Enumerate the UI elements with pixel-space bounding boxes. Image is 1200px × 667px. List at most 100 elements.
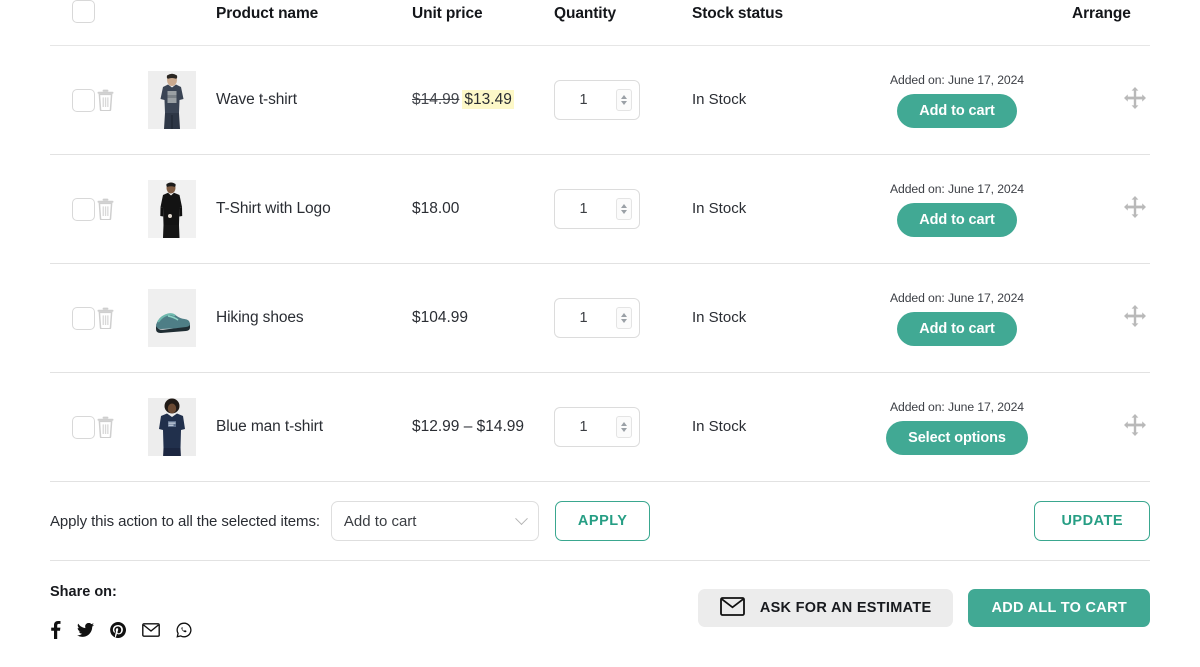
quantity-spinner[interactable] (616, 416, 632, 438)
move-handle-icon[interactable] (1124, 87, 1146, 114)
add-to-cart-button[interactable]: Select options (886, 421, 1028, 455)
row-thumbnail-cell (148, 46, 216, 155)
chevron-down-icon (515, 512, 528, 525)
product-name-link[interactable]: Hiking shoes (216, 309, 304, 326)
row-remove-cell (96, 264, 148, 373)
update-button[interactable]: UPDATE (1034, 501, 1150, 541)
product-name-link[interactable]: Blue man t-shirt (216, 418, 323, 435)
product-name-link[interactable]: Wave t-shirt (216, 91, 297, 108)
quantity-stepper[interactable]: 1 (554, 189, 640, 229)
stock-status-value: In Stock (692, 91, 746, 108)
quantity-value[interactable]: 1 (555, 201, 616, 217)
table-row: Hiking shoes $104.99 1 In Stock Added on… (50, 264, 1150, 373)
row-name-cell: Hiking shoes (216, 264, 412, 373)
bulk-action-select-value: Add to cart (344, 513, 417, 530)
trash-icon[interactable] (96, 416, 148, 438)
product-thumbnail[interactable] (148, 289, 216, 347)
twitter-icon[interactable] (77, 623, 94, 637)
row-stock-cell: In Stock (692, 46, 842, 155)
table-header: Product name Unit price Quantity Stock s… (50, 0, 1150, 46)
product-name-link[interactable]: T-Shirt with Logo (216, 200, 331, 217)
trash-icon[interactable] (96, 89, 148, 111)
row-select-cell (50, 46, 96, 155)
row-checkbox[interactable] (72, 416, 95, 439)
row-arrange-cell (1072, 46, 1150, 155)
thumbnail-header (148, 0, 216, 46)
pinterest-icon[interactable] (110, 622, 126, 638)
quantity-stepper[interactable]: 1 (554, 407, 640, 447)
product-thumbnail[interactable] (148, 180, 216, 238)
row-price-cell: $18.00 (412, 155, 554, 264)
row-stock-cell: In Stock (692, 155, 842, 264)
quantity-stepper[interactable]: 1 (554, 80, 640, 120)
row-action-cell: Added on: June 17, 2024 Select options (842, 373, 1072, 482)
move-handle-icon[interactable] (1124, 305, 1146, 332)
table-body: Wave t-shirt $14.99$13.49 1 In Stock Add… (50, 46, 1150, 482)
wishlist-page: Product name Unit price Quantity Stock s… (0, 0, 1200, 667)
header-product-name: Product name (216, 0, 412, 46)
row-quantity-cell: 1 (554, 373, 692, 482)
row-action-cell: Added on: June 17, 2024 Add to cart (842, 155, 1072, 264)
add-all-to-cart-button[interactable]: ADD ALL TO CART (968, 589, 1150, 627)
quantity-spinner[interactable] (616, 307, 632, 329)
bulk-action-select[interactable]: Add to cart (331, 501, 539, 541)
add-to-cart-button[interactable]: Add to cart (897, 312, 1016, 346)
add-to-cart-button[interactable]: Add to cart (897, 203, 1016, 237)
apply-button[interactable]: APPLY (555, 501, 651, 541)
original-price: $14.99 (412, 91, 459, 108)
email-icon[interactable] (142, 623, 160, 637)
header-stock-status: Stock status (692, 0, 842, 46)
added-on-date: Added on: June 17, 2024 (890, 400, 1024, 414)
added-on-date: Added on: June 17, 2024 (890, 182, 1024, 196)
row-checkbox[interactable] (72, 198, 95, 221)
unit-price-value: $12.99 – $14.99 (412, 418, 524, 435)
row-stock-cell: In Stock (692, 264, 842, 373)
unit-price-value: $18.00 (412, 200, 459, 217)
header-quantity: Quantity (554, 0, 692, 46)
facebook-icon[interactable] (50, 621, 61, 639)
row-price-cell: $104.99 (412, 264, 554, 373)
unit-price-value: $104.99 (412, 309, 468, 326)
quantity-value[interactable]: 1 (555, 310, 616, 326)
select-all-header (50, 0, 96, 46)
row-thumbnail-cell (148, 264, 216, 373)
bulk-action-label: Apply this action to all the selected it… (50, 513, 320, 530)
row-select-cell (50, 155, 96, 264)
add-to-cart-button[interactable]: Add to cart (897, 94, 1016, 128)
ask-for-estimate-button[interactable]: ASK FOR AN ESTIMATE (698, 589, 954, 627)
table-row: T-Shirt with Logo $18.00 1 In Stock Adde… (50, 155, 1150, 264)
share-block: Share on: (50, 584, 192, 639)
move-handle-icon[interactable] (1124, 414, 1146, 441)
remove-header (96, 0, 148, 46)
row-select-cell (50, 373, 96, 482)
quantity-stepper[interactable]: 1 (554, 298, 640, 338)
whatsapp-icon[interactable] (176, 622, 192, 638)
move-handle-icon[interactable] (1124, 196, 1146, 223)
table-row: Wave t-shirt $14.99$13.49 1 In Stock Add… (50, 46, 1150, 155)
share-title: Share on: (50, 584, 192, 600)
product-thumbnail[interactable] (148, 71, 216, 129)
trash-icon[interactable] (96, 198, 148, 220)
row-arrange-cell (1072, 373, 1150, 482)
quantity-spinner[interactable] (616, 198, 632, 220)
stock-status-value: In Stock (692, 200, 746, 217)
page-footer: Share on: (50, 561, 1150, 639)
quantity-value[interactable]: 1 (555, 419, 616, 435)
added-on-date: Added on: June 17, 2024 (890, 73, 1024, 87)
share-icon-list (50, 621, 192, 639)
quantity-value[interactable]: 1 (555, 92, 616, 108)
table-row: Blue man t-shirt $12.99 – $14.99 1 In St… (50, 373, 1150, 482)
row-price-cell: $12.99 – $14.99 (412, 373, 554, 482)
select-all-checkbox[interactable] (72, 0, 95, 23)
ask-for-estimate-label: ASK FOR AN ESTIMATE (760, 600, 932, 616)
product-thumbnail[interactable] (148, 398, 216, 456)
header-action (842, 0, 1072, 46)
row-checkbox[interactable] (72, 89, 95, 112)
row-name-cell: Blue man t-shirt (216, 373, 412, 482)
row-action-cell: Added on: June 17, 2024 Add to cart (842, 46, 1072, 155)
row-select-cell (50, 264, 96, 373)
row-stock-cell: In Stock (692, 373, 842, 482)
quantity-spinner[interactable] (616, 89, 632, 111)
row-checkbox[interactable] (72, 307, 95, 330)
trash-icon[interactable] (96, 307, 148, 329)
